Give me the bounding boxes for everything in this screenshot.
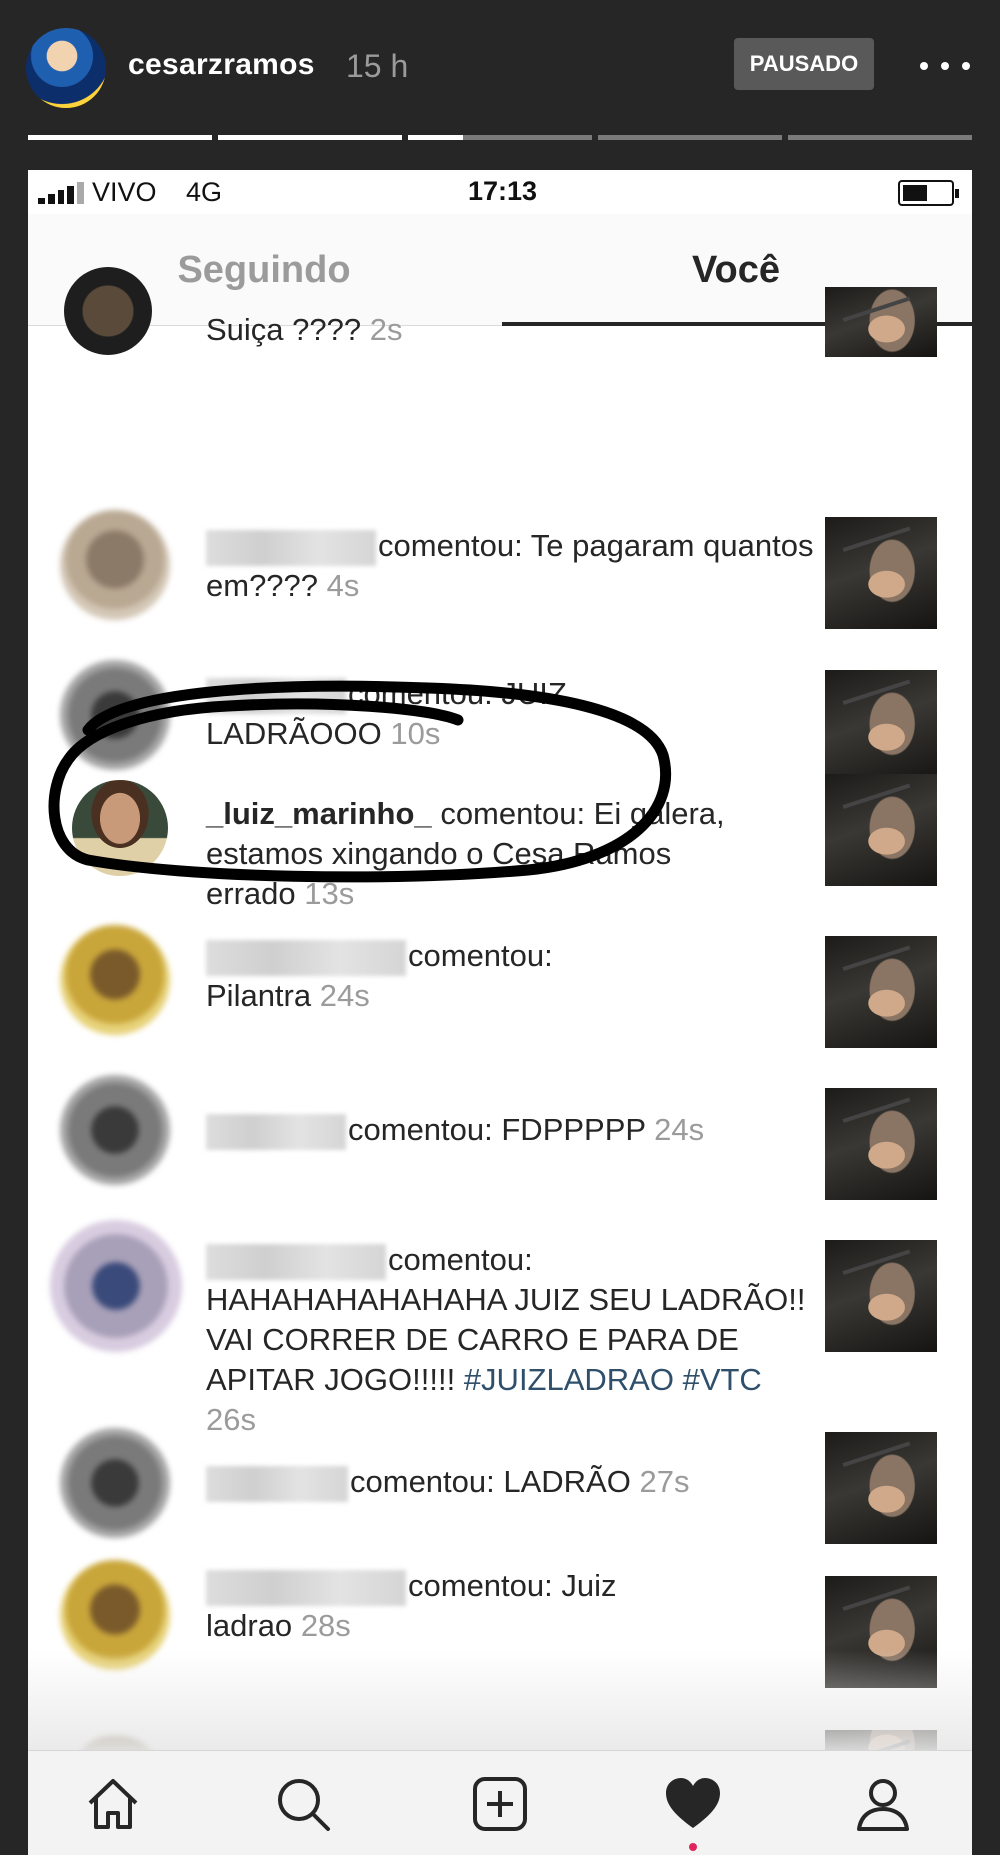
story-username[interactable]: cesarzramos [128,48,315,82]
blurred-username [206,939,406,976]
post-thumbnail[interactable] [825,1088,937,1200]
blurred-username [206,1465,348,1502]
blurred-username [206,529,376,566]
bottom-nav [28,1750,972,1855]
comment-time: 13s [304,876,355,911]
new-post-icon[interactable] [465,1769,535,1839]
carrier-label: VIVO [92,177,157,207]
blurred-username [206,1243,386,1280]
comment-time: 2s [369,312,403,347]
story-time-ago: 15 h [346,48,409,84]
avatar[interactable] [64,267,152,355]
paused-badge[interactable]: PAUSADO [734,38,874,90]
comment-time: 24s [654,1112,705,1147]
profile-icon[interactable] [848,1769,918,1839]
comment-time: 27s [639,1464,690,1499]
avatar[interactable] [60,1075,170,1185]
activity-heart-icon[interactable] [658,1769,728,1839]
comment-time: 28s [300,1608,351,1643]
comment-text: comentou: LADRÃO [350,1464,631,1499]
progress-segment [598,135,782,140]
battery-icon [898,180,959,206]
post-thumbnail[interactable] [825,1432,937,1544]
search-icon[interactable] [268,1769,338,1839]
post-thumbnail[interactable] [825,517,937,629]
progress-segment [28,135,212,140]
avatar[interactable] [50,1220,182,1352]
story-avatar[interactable] [26,28,106,108]
avatar[interactable] [72,780,168,876]
story-progress-bar [28,135,972,140]
post-thumbnail[interactable] [825,1240,937,1352]
post-thumbnail[interactable] [825,287,937,357]
avatar[interactable] [60,510,170,620]
avatar[interactable] [60,925,170,1035]
comment-text: comentou: FDPPPPP [348,1112,646,1147]
post-thumbnail[interactable] [825,936,937,1048]
progress-segment [218,135,402,140]
comment-hashtags[interactable]: #JUIZLADRAO #VTC [464,1362,762,1397]
status-bar: VIVO 4G 17:13 [28,170,972,214]
comment-time: 10s [390,716,441,751]
phone-screenshot: VIVO 4G 17:13 Seguindo Você Suiça ???? 2… [28,170,972,1855]
clock: 17:13 [468,176,538,206]
post-thumbnail[interactable] [825,774,937,886]
blurred-username [206,677,346,714]
scroll-fade [28,1650,972,1750]
signal-icon [38,182,84,204]
progress-segment [788,135,972,140]
comment-time: 24s [319,978,370,1013]
comment-time: 4s [326,568,360,603]
comment-text: Suiça ???? [206,312,362,347]
comment-time: 26s [206,1402,256,1437]
comment-username[interactable]: _luiz_marinho_ [206,796,432,831]
story-header: cesarzramos 15 h PAUSADO [0,0,1000,170]
list-item[interactable]: Suiça ???? 2s [28,267,972,377]
progress-segment [408,135,592,140]
blurred-username [206,1569,406,1606]
post-thumbnail[interactable] [825,670,937,782]
avatar[interactable] [60,660,170,770]
blurred-username [206,1113,346,1150]
home-icon[interactable] [78,1769,148,1839]
more-options-icon[interactable] [920,46,970,86]
avatar[interactable] [60,1428,170,1538]
notification-dot [689,1843,697,1851]
network-label: 4G [186,177,223,207]
